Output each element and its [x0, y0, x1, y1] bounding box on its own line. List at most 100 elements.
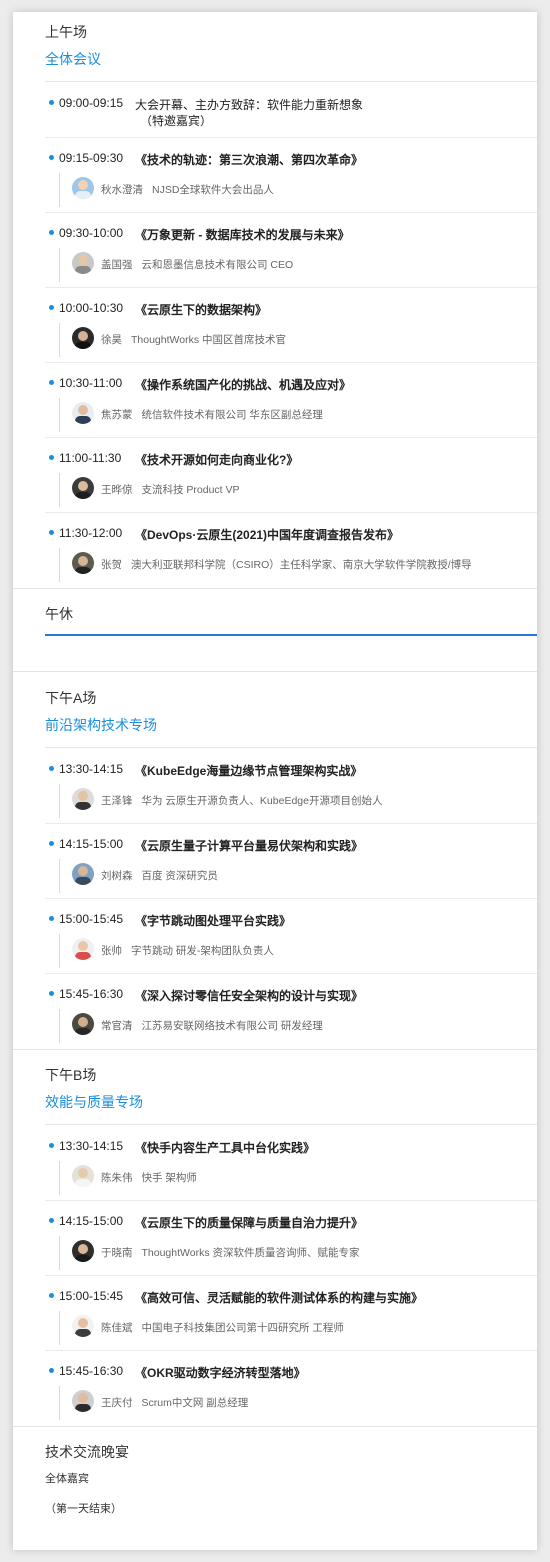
divider: [45, 1124, 537, 1125]
item-title: 《OKR驱动数字经济转型落地》: [135, 1366, 306, 1380]
morning-subtitle: 全体会议: [45, 51, 101, 67]
item-divider: [45, 1350, 537, 1351]
avatar: [72, 477, 94, 499]
bullet-icon: [49, 766, 54, 771]
dinner-subtitle: 全体嘉宾: [45, 1473, 89, 1485]
item-time: 15:45-16:30: [59, 987, 124, 1001]
item-divider: [45, 212, 537, 213]
morning-title: 上午场: [45, 24, 87, 40]
section-divider: [13, 671, 537, 672]
item-title: 《万象更新 - 数据库技术的发展与未来》: [135, 228, 350, 242]
speaker-name: 焦苏蒙: [101, 409, 133, 421]
item-title: 《深入探讨零信任安全架构的设计与实现》: [135, 989, 364, 1003]
item-time: 11:00-11:30: [59, 451, 122, 465]
speaker-name: 徐昊: [101, 334, 122, 346]
bullet-icon: [49, 841, 54, 846]
afternoon-b-subtitle: 效能与质量专场: [45, 1094, 143, 1110]
item-title: 《DevOps·云原生(2021)中国年度调查报告发布》: [135, 528, 400, 542]
avatar: [72, 1315, 94, 1337]
avatar: [72, 1165, 94, 1187]
speaker-role: 百度 资深研究员: [141, 870, 218, 882]
speaker-bar: [59, 1236, 60, 1270]
dinner-title: 技术交流晚宴: [45, 1444, 129, 1460]
bullet-icon: [49, 1143, 54, 1148]
speaker-name: 刘树森: [101, 870, 133, 882]
avatar: [72, 402, 94, 424]
speaker-info: 徐昊 ThoughtWorks 中国区首席技术官: [101, 332, 286, 347]
avatar: [72, 1240, 94, 1262]
speaker-role: 字节跳动 研发-架构团队负责人: [131, 945, 274, 957]
speaker-info: 王晔倞 支流科技 Product VP: [101, 482, 240, 497]
item-time: 10:30-11:00: [59, 376, 123, 390]
item-divider: [45, 362, 537, 363]
bullet-icon: [49, 230, 54, 235]
bullet-icon: [49, 455, 54, 460]
item-time: 09:15-09:30: [59, 151, 124, 165]
speaker-bar: [59, 323, 60, 357]
item-divider: [45, 137, 537, 138]
bullet-icon: [49, 1218, 54, 1223]
bullet-icon: [49, 155, 54, 160]
avatar: [72, 177, 94, 199]
item-time: 15:45-16:30: [59, 1364, 124, 1378]
item-time: 15:00-15:45: [59, 1289, 124, 1303]
speaker-bar: [59, 248, 60, 282]
speaker-role: 统信软件技术有限公司 华东区副总经理: [141, 409, 323, 421]
section-divider: [13, 1426, 537, 1427]
lunch-underline: [45, 634, 537, 636]
speaker-name: 陈佳斌: [101, 1322, 133, 1334]
bullet-icon: [49, 991, 54, 996]
speaker-role: Scrum中文网 副总经理: [141, 1397, 249, 1409]
speaker-role: 云和恩墨信息技术有限公司 CEO: [141, 259, 294, 271]
bullet-icon: [49, 916, 54, 921]
speaker-role: 支流科技 Product VP: [141, 484, 240, 496]
speaker-bar: [59, 784, 60, 818]
item-divider: [45, 1275, 537, 1276]
item-divider: [45, 512, 537, 513]
divider: [45, 747, 537, 748]
afternoon-a-title: 下午A场: [45, 690, 97, 706]
speaker-role: 江苏易安联网络技术有限公司 研发经理: [141, 1020, 323, 1032]
item-title-note: （特邀嘉宾）: [140, 114, 213, 128]
item-title: 《技术开源如何走向商业化?》: [135, 453, 299, 467]
avatar: [72, 938, 94, 960]
speaker-info: 陈朱伟 快手 架构师: [101, 1170, 197, 1185]
item-title: 《云原生下的质量保障与质量自治力提升》: [135, 1216, 364, 1230]
item-divider: [45, 1200, 537, 1201]
item-time: 09:00-09:15: [59, 96, 124, 110]
speaker-bar: [59, 548, 60, 582]
speaker-info: 常官清 江苏易安联网络技术有限公司 研发经理: [101, 1018, 323, 1033]
section-divider: [13, 588, 537, 589]
item-time: 13:30-14:15: [59, 762, 124, 776]
avatar: [72, 1013, 94, 1035]
item-time: 15:00-15:45: [59, 912, 124, 926]
speaker-bar: [59, 173, 60, 207]
speaker-bar: [59, 1161, 60, 1195]
speaker-bar: [59, 1311, 60, 1345]
speaker-name: 常官清: [101, 1020, 133, 1032]
item-title: 《操作系统国产化的挑战、机遇及应对》: [135, 378, 352, 392]
speaker-info: 于晓南 ThoughtWorks 资深软件质量咨询师、赋能专家: [101, 1245, 360, 1260]
speaker-name: 王庆付: [101, 1397, 133, 1409]
speaker-name: 于晓南: [101, 1247, 133, 1259]
speaker-info: 张贺 澳大利亚联邦科学院（CSIRO）主任科学家、南京大学软件学院教授/博导: [101, 557, 472, 572]
item-divider: [45, 287, 537, 288]
item-title: 《快手内容生产工具中台化实践》: [135, 1141, 316, 1155]
speaker-info: 陈佳斌 中国电子科技集团公司第十四研究所 工程师: [101, 1320, 344, 1335]
item-title: 大会开幕、主办方致辞：软件能力重新想象: [135, 98, 364, 112]
item-title: 《技术的轨迹：第三次浪潮、第四次革命》: [135, 153, 364, 167]
bullet-icon: [49, 1368, 54, 1373]
speaker-name: 王晔倞: [101, 484, 133, 496]
item-time: 10:00-10:30: [59, 301, 124, 315]
afternoon-a-subtitle: 前沿架构技术专场: [45, 717, 157, 733]
avatar: [72, 552, 94, 574]
speaker-bar: [59, 398, 60, 432]
speaker-bar: [59, 1009, 60, 1043]
item-title: 《云原生下的数据架构》: [135, 303, 268, 317]
speaker-info: 盖国强 云和恩墨信息技术有限公司 CEO: [101, 257, 293, 272]
speaker-bar: [59, 1386, 60, 1420]
speaker-info: 刘树森 百度 资深研究员: [101, 868, 218, 883]
speaker-bar: [59, 934, 60, 968]
speaker-role: 快手 架构师: [141, 1172, 197, 1184]
item-title: 《KubeEdge海量边缘节点管理架构实战》: [135, 764, 363, 778]
